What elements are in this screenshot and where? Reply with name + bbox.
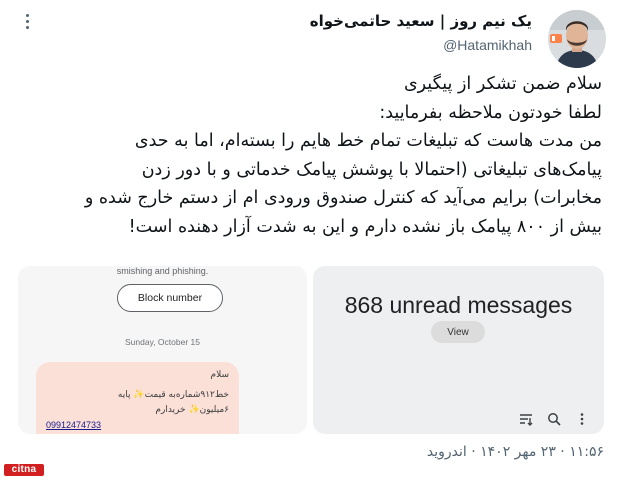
sms-message-line: خط۹۱۲شماره‌به قیمت✨ پایه — [117, 390, 229, 400]
author-handle[interactable]: @Hatamikhah — [443, 37, 532, 53]
messages-toolbar — [518, 411, 590, 427]
tweet-line: سلام ضمن تشکر از پیگیری — [403, 74, 602, 94]
sms-message-line: سلام — [210, 370, 229, 380]
search-icon — [546, 411, 562, 427]
tweet-line: بیش از ۸۰۰ پیامک باز نشده دارم و این به … — [128, 216, 602, 237]
sms-message-bubble: سلام خط۹۱۲شماره‌به قیمت✨ پایه ۶میلیون✨ خ… — [36, 362, 239, 434]
tweet-line: من مدت هاست که تبلیغات تمام خط هایم را ب… — [134, 131, 602, 151]
media-image-unread-screenshot[interactable]: 868 unread messages View — [313, 266, 604, 434]
tweet-line: پیامک‌های تبلیغاتی (احتمالا با پوشش پیام… — [141, 159, 602, 180]
sms-date: Sunday, October 15 — [125, 337, 200, 347]
sms-message-line: ۶میلیون✨ خریدارم — [155, 405, 229, 415]
filter-icon — [518, 411, 534, 427]
tweet-line: لطفا خودتون ملاحظه بفرمایید: — [379, 102, 602, 123]
unread-count-text: 868 unread messages — [344, 292, 573, 318]
avatar[interactable] — [548, 10, 606, 68]
tweet-line: مخابرات) برایم می‌آید که کنترل صندوق ورو… — [84, 188, 602, 208]
more-dot-icon — [25, 25, 29, 29]
media-image-sms-screenshot[interactable]: smishing and phishing. Block number Sund… — [18, 266, 307, 434]
more-options-button[interactable] — [18, 10, 36, 32]
more-dot-icon — [25, 19, 29, 23]
avatar-photo — [548, 10, 606, 68]
more-dot-icon — [25, 13, 29, 17]
tweet-text: سلام ضمن تشکر از پیگیری لطفا خودتون ملاح… — [22, 70, 602, 241]
sms-phone-number: 09912474733 — [46, 420, 102, 430]
author-name[interactable]: یک نیم روز | سعید حاتمی‌خواه — [310, 12, 532, 30]
more-vertical-icon — [574, 411, 590, 427]
view-button: View — [431, 321, 485, 343]
citna-watermark-logo: citna — [4, 464, 44, 476]
tweet-timestamp[interactable]: ۱۱:۵۶ · ۲۳ مهر ۱۴۰۲ · اندروید — [427, 444, 604, 460]
block-number-button: Block number — [117, 284, 223, 312]
sms-warning-text: smishing and phishing. — [116, 266, 209, 276]
